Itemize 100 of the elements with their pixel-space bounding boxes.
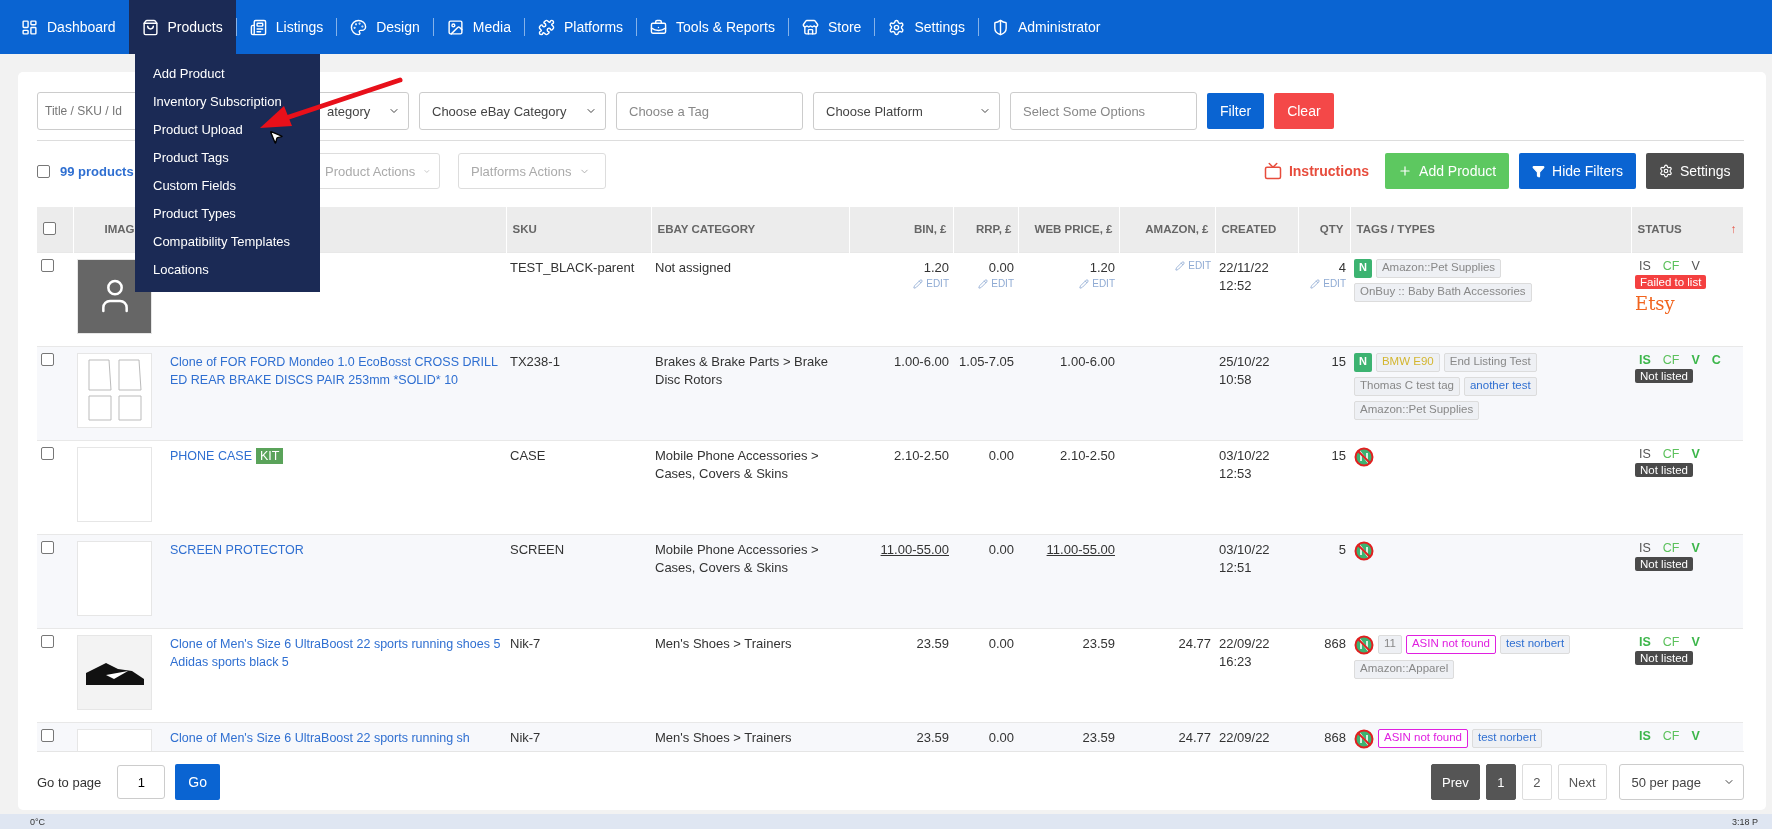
price-text: 24.77	[1177, 728, 1211, 747]
price-text: 0.00	[987, 728, 1014, 747]
column-header: BIN, £	[913, 223, 947, 236]
channel-label: IS	[1639, 258, 1651, 273]
channel-label: CF	[1662, 540, 1680, 555]
column-header: IMAG	[104, 223, 135, 236]
price-text: 0.00	[987, 258, 1014, 277]
category-text: Brakes & Brake Parts > Brake Disc Rotors	[655, 352, 830, 389]
price-text: 5	[1337, 540, 1346, 559]
price-text: 1.00-6.00	[1059, 352, 1115, 371]
price-text: 23.59	[915, 728, 949, 747]
status-badge: Failed to list	[1635, 274, 1707, 289]
sku-text: Nik-7	[510, 634, 542, 653]
category-text: Men's Shoes > Trainers	[655, 728, 793, 747]
column-header: CREATED	[1221, 223, 1277, 236]
sku-text: CASE	[510, 446, 547, 465]
column-header: WEB PRICE, £	[1034, 223, 1113, 236]
category-text: Mobile Phone Accessories > Cases, Covers & Skins	[655, 446, 820, 483]
channel-label: V	[1691, 728, 1700, 743]
created-date: 22/11/22	[1219, 258, 1270, 277]
column-header: AMAZON, £	[1145, 223, 1209, 236]
channel-label: IS	[1639, 446, 1651, 461]
tag-label: ASIN not found	[1378, 728, 1468, 748]
column-header: QTY	[1319, 223, 1344, 236]
created-date: 22/09/22	[1219, 728, 1271, 747]
channel-label: V	[1691, 258, 1700, 273]
price-text: 0.00	[987, 540, 1014, 559]
price-text: 15	[1330, 352, 1346, 371]
column-header: TAGS / TYPES	[1356, 223, 1435, 236]
price-text: 2.10-2.50	[893, 446, 949, 465]
tag-label: ASIN not found	[1405, 634, 1496, 654]
column-header: RRP, £	[975, 223, 1012, 236]
price-text: 4	[1337, 258, 1346, 277]
channel-label: C	[1711, 352, 1721, 367]
tag-label: OnBuy :: Baby Bath Accessories	[1354, 282, 1532, 302]
tag-label: 11	[1378, 634, 1402, 654]
channel-label: IS	[1639, 352, 1651, 367]
channel-label: IS	[1639, 728, 1651, 743]
category-text: Mobile Phone Accessories > Cases, Covers & Skins	[655, 540, 820, 577]
channel-label: CF	[1662, 258, 1680, 273]
kit-badge: KIT	[255, 447, 284, 464]
sku-text: SCREEN	[510, 540, 566, 559]
price-text: 1.20	[922, 258, 949, 277]
created-date: 12:53	[1219, 464, 1253, 483]
created-date: 03/10/22	[1219, 446, 1271, 465]
tag-label: test norbert	[1472, 728, 1543, 748]
price-text: 23.59	[1081, 728, 1115, 747]
created-date: 10:58	[1219, 370, 1253, 389]
category-text: Not assigned	[655, 258, 732, 277]
created-date: 12:52	[1219, 276, 1253, 295]
channel-label: CF	[1662, 446, 1680, 461]
price-text: 23.59	[1081, 634, 1115, 653]
price-text: 2.10-2.50	[1059, 446, 1115, 465]
channel-label: CF	[1662, 634, 1680, 649]
column-header: SKU	[512, 223, 537, 236]
sku-text: TX238-1	[510, 352, 561, 371]
created-date: 25/10/22	[1219, 352, 1271, 371]
price-text: 24.77	[1177, 634, 1211, 653]
price-text: 1.20	[1088, 258, 1115, 277]
category-text: Men's Shoes > Trainers	[655, 634, 793, 653]
column-header: STATUS	[1637, 223, 1682, 236]
n-badge: N	[1354, 352, 1372, 372]
price-text: 1.05-7.05	[958, 352, 1014, 371]
tag-label: Amazon::Pet Supplies	[1354, 400, 1480, 420]
channel-label: V	[1691, 352, 1700, 367]
tag-label: BMW E90	[1375, 352, 1440, 372]
channel-label: V	[1691, 634, 1700, 649]
price-text: 23.59	[915, 634, 949, 653]
platform-logo: Etsy	[1635, 292, 1676, 314]
price-text: 868	[1323, 728, 1346, 747]
price-text: 11.00-55.00	[1045, 540, 1115, 559]
product-count: 99 products	[60, 163, 134, 179]
channel-label: CF	[1662, 352, 1680, 367]
go-to-page-label: Go to page	[37, 774, 102, 790]
sku-text: Nik-7	[510, 728, 542, 747]
n-badge: N	[1354, 258, 1372, 278]
tag-label: Amazon::Pet Supplies	[1375, 258, 1502, 278]
column-header: EBAY CATEGORY	[657, 223, 756, 236]
status-badge: Not listed	[1635, 368, 1693, 383]
channel-label: CF	[1662, 728, 1680, 743]
status-badge: Not listed	[1635, 650, 1693, 665]
price-text: 15	[1330, 446, 1346, 465]
channel-label: V	[1691, 446, 1700, 461]
tag-label: test norbert	[1499, 634, 1571, 654]
created-date: 22/09/22	[1219, 634, 1271, 653]
price-text: 11.00-55.00	[879, 540, 949, 559]
price-text: 0.00	[987, 634, 1014, 653]
tag-label: another test	[1463, 376, 1537, 396]
price-text: 0.00	[987, 446, 1014, 465]
tag-label: Thomas C test tag	[1354, 376, 1460, 396]
weather-text: 0°C	[30, 816, 46, 827]
created-date: 16:23	[1219, 652, 1253, 671]
channel-label: IS	[1639, 540, 1651, 555]
status-badge: Not listed	[1635, 462, 1693, 477]
tag-label: Amazon::Apparel	[1354, 659, 1455, 679]
status-badge: Not listed	[1635, 556, 1693, 571]
price-text: 1.00-6.00	[893, 352, 949, 371]
created-date: 03/10/22	[1219, 540, 1271, 559]
price-text: 868	[1323, 634, 1346, 653]
tag-label: End Listing Test	[1443, 352, 1537, 372]
